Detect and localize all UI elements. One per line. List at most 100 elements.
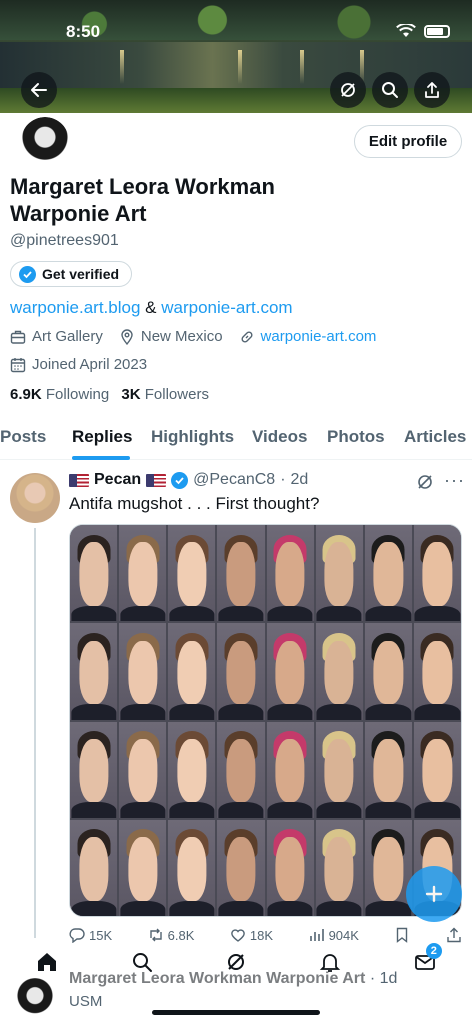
mugshot xyxy=(217,525,265,622)
following-count: 6.9K xyxy=(10,386,42,403)
tweet-share-button[interactable] xyxy=(446,927,462,943)
like-icon xyxy=(231,929,245,942)
profile-avatar[interactable] xyxy=(18,114,72,168)
mugshot xyxy=(266,525,314,622)
home-icon xyxy=(38,953,57,971)
mugshot xyxy=(119,623,167,720)
bookmark-icon xyxy=(397,927,408,943)
tweet-actions: 15K 6.8K 18K 904K xyxy=(69,927,462,943)
profile-name: Margaret Leora Workman Warponie Art xyxy=(10,174,275,226)
bookmark-button[interactable] xyxy=(394,927,410,943)
mugshot xyxy=(70,525,118,622)
tab-posts[interactable]: Posts xyxy=(0,427,46,447)
share-button[interactable] xyxy=(414,72,450,108)
reply-button[interactable]: 15K xyxy=(69,927,112,943)
next-post-author[interactable]: Margaret Leora Workman Warponie Art xyxy=(69,970,365,987)
next-post-time[interactable]: 1d xyxy=(380,970,398,987)
followers-count: 3K xyxy=(121,386,141,403)
mugshot xyxy=(168,525,216,622)
tweet-dot-separator: · xyxy=(280,471,286,488)
mugshot xyxy=(217,623,265,720)
repost-count: 6.8K xyxy=(167,927,195,943)
following-link[interactable]: 6.9K Following xyxy=(10,386,113,403)
mugshot xyxy=(315,623,363,720)
mugshot xyxy=(168,623,216,720)
compose-fab[interactable] xyxy=(406,866,462,922)
grok-icon xyxy=(341,83,355,97)
messages-badge: 2 xyxy=(425,943,442,959)
mugshot xyxy=(119,819,167,916)
us-flag-icon xyxy=(69,473,89,487)
get-verified-button[interactable]: Get verified xyxy=(10,261,133,287)
followers-label: Followers xyxy=(144,386,209,403)
share-icon xyxy=(425,82,439,98)
status-icons xyxy=(396,24,450,38)
banner-light xyxy=(120,50,124,84)
status-time: 8:50 xyxy=(66,22,101,41)
link-icon xyxy=(241,330,253,343)
mugshot xyxy=(266,819,314,916)
tweet-media-image[interactable] xyxy=(69,524,462,917)
like-count: 18K xyxy=(249,927,274,943)
tweet-author-avatar[interactable] xyxy=(10,473,60,523)
tweet-author-name[interactable]: Pecan xyxy=(94,471,141,489)
search-icon xyxy=(382,82,398,98)
views-button[interactable]: 904K xyxy=(309,927,359,943)
banner-light xyxy=(238,50,242,84)
calendar-icon xyxy=(10,357,26,372)
banner-light xyxy=(300,50,304,84)
followers-link[interactable]: 3K Followers xyxy=(121,386,209,403)
repost-button[interactable]: 6.8K xyxy=(148,927,195,943)
mugshot xyxy=(217,819,265,916)
nav-messages[interactable]: 2 xyxy=(410,943,442,977)
back-button[interactable] xyxy=(21,72,57,108)
mugshot xyxy=(364,623,412,720)
next-post-header: Margaret Leora Workman Warponie Art · 1d xyxy=(69,970,397,988)
mugshot xyxy=(364,525,412,622)
mugshot xyxy=(168,721,216,818)
edit-profile-button[interactable]: Edit profile xyxy=(354,125,462,158)
profile-website-link[interactable]: warponie-art.com xyxy=(261,328,377,345)
profile-bio: warponie.art.blog & warponie-art.com xyxy=(10,298,293,318)
tweet-time[interactable]: 2d xyxy=(291,471,309,489)
bio-link-site[interactable]: warponie-art.com xyxy=(161,298,292,317)
mugshot xyxy=(70,819,118,916)
mugshot xyxy=(217,721,265,818)
like-button[interactable]: 18K xyxy=(230,927,273,943)
mugshot xyxy=(364,819,412,916)
follow-stats: 6.9K Following 3K Followers xyxy=(10,386,209,403)
home-indicator xyxy=(152,1010,320,1015)
mugshot xyxy=(119,721,167,818)
tab-videos[interactable]: Videos xyxy=(252,427,307,447)
mugshot xyxy=(413,721,461,818)
next-post-separator: · xyxy=(369,970,376,987)
share-icon xyxy=(447,927,461,943)
tab-replies[interactable]: Replies xyxy=(72,427,132,447)
tab-articles[interactable]: Articles xyxy=(404,427,466,447)
bio-ampersand: & xyxy=(145,298,157,317)
profile-category: Art Gallery xyxy=(32,328,103,345)
more-options-icon[interactable]: ··· xyxy=(444,470,465,491)
tab-photos[interactable]: Photos xyxy=(327,427,385,447)
grok-button[interactable] xyxy=(330,72,366,108)
mugshot xyxy=(315,525,363,622)
reply-icon xyxy=(69,928,85,943)
nav-home[interactable] xyxy=(32,947,62,977)
profile-joined: Joined April 2023 xyxy=(32,356,148,373)
repost-icon xyxy=(149,928,162,942)
location-icon xyxy=(121,328,133,345)
mugshot xyxy=(364,721,412,818)
bio-link-blog[interactable]: warponie.art.blog xyxy=(10,298,140,317)
next-post-avatar[interactable] xyxy=(14,978,56,1020)
mugshot xyxy=(315,721,363,818)
tab-highlights[interactable]: Highlights xyxy=(151,427,234,447)
mugshot xyxy=(70,623,118,720)
mugshot xyxy=(266,721,314,818)
wifi-icon xyxy=(396,24,416,37)
get-verified-label: Get verified xyxy=(42,266,120,282)
profile-meta-row: Art Gallery New Mexico warponie-art.com xyxy=(10,328,376,345)
active-tab-indicator xyxy=(72,456,130,460)
tweet-author-handle[interactable]: @PecanC8 xyxy=(193,471,275,489)
search-button[interactable] xyxy=(372,72,408,108)
grok-icon[interactable] xyxy=(416,473,434,491)
